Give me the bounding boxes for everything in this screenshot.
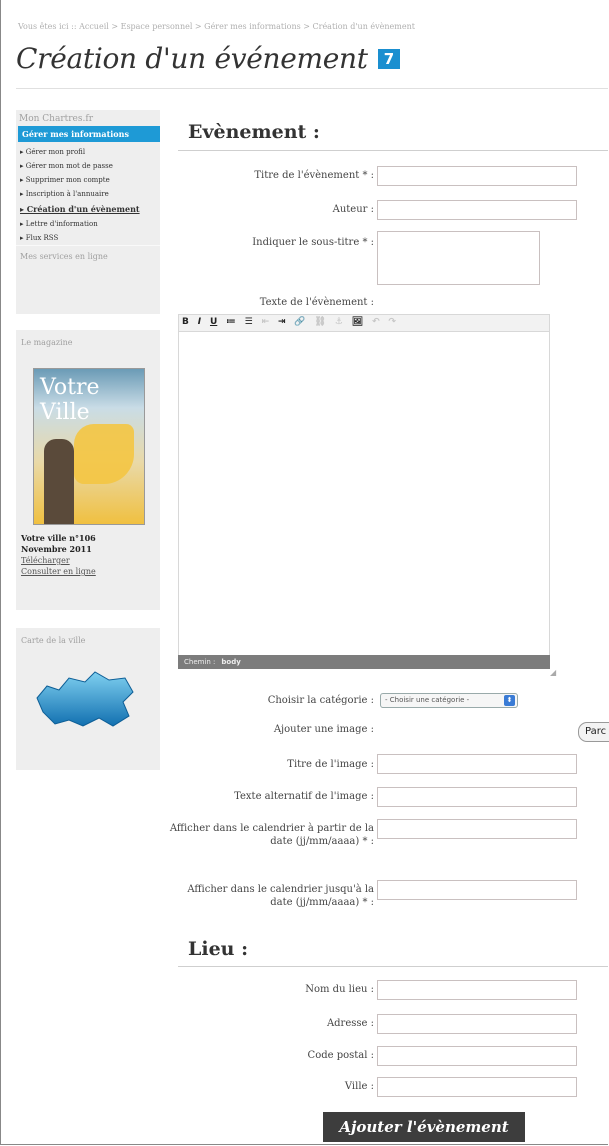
author-input[interactable] — [377, 200, 577, 220]
cover-title: Votre Ville — [40, 375, 100, 425]
magazine-box: Le magazine Votre Ville Votre ville n°10… — [16, 330, 160, 610]
category-select-value: - Choisir une catégorie - — [385, 696, 470, 704]
editor-path-label: Chemin : — [184, 658, 216, 666]
browse-button[interactable]: Parc — [578, 722, 609, 742]
address-label: Adresse : — [326, 1018, 374, 1029]
city-map-box: Carte de la ville — [16, 628, 160, 770]
event-title-input[interactable] — [377, 166, 577, 186]
redo-icon[interactable]: ↷ — [389, 317, 397, 327]
breadcrumb: Vous êtes ici :: Accueil > Espace person… — [18, 22, 415, 31]
bold-button[interactable]: B — [182, 317, 189, 327]
sidebar-item-rss[interactable]: ▸ Flux RSS — [16, 231, 160, 245]
ordered-list-button[interactable]: ≔ — [226, 317, 236, 327]
cover-person-graphic — [44, 439, 74, 524]
address-input[interactable] — [377, 1014, 577, 1034]
sidebar-item-profile[interactable]: ▸ Gérer mon profil — [16, 145, 160, 159]
city-map-heading: Carte de la ville — [21, 636, 86, 645]
link-icon[interactable]: 🔗 — [294, 317, 305, 327]
anchor-icon[interactable]: ⚓ — [335, 317, 343, 327]
event-text-label: Texte de l'évènement : — [259, 297, 374, 308]
start-date-label: Afficher dans le calendrier à partir de … — [169, 823, 374, 847]
city-label: Ville : — [344, 1081, 374, 1092]
unlink-icon[interactable]: ⛓ — [315, 317, 326, 327]
sidebar-item-newsletter[interactable]: ▸ Lettre d'information — [16, 217, 160, 231]
cover-map-graphic — [74, 424, 134, 484]
magazine-cover-image[interactable]: Votre Ville — [33, 368, 145, 525]
event-section-title: Evènement : — [188, 121, 320, 143]
end-date-label: Afficher dans le calendrier jusqu'à la d… — [187, 884, 374, 908]
sidebar-item-directory[interactable]: ▸ Inscription à l'annuaire — [16, 187, 160, 201]
magazine-heading: Le magazine — [21, 338, 73, 347]
image-alt-label: Texte alternatif de l'image : — [234, 791, 374, 802]
magazine-info: Votre ville n°106 Novembre 2011 Téléchar… — [21, 533, 96, 577]
place-name-input[interactable] — [377, 980, 577, 1000]
end-date-input[interactable] — [377, 880, 577, 900]
rich-text-editor[interactable] — [178, 332, 550, 655]
magazine-download-link[interactable]: Télécharger — [21, 555, 96, 566]
unordered-list-button[interactable]: ☰ — [245, 317, 253, 327]
italic-button[interactable]: I — [198, 317, 201, 327]
title-divider — [16, 88, 608, 89]
page-title: Création d'un événement 7 — [16, 42, 400, 75]
resize-handle-icon[interactable]: ◢ — [550, 669, 558, 677]
author-label: Auteur : — [332, 204, 374, 215]
magazine-date: Novembre 2011 — [21, 544, 92, 554]
undo-icon[interactable]: ↶ — [372, 317, 380, 327]
underline-button[interactable]: U — [210, 317, 217, 327]
image-title-label: Titre de l'image : — [287, 759, 374, 770]
outdent-button[interactable]: ⇤ — [262, 317, 270, 327]
sidebar-item-active[interactable]: Gérer mes informations — [18, 126, 160, 142]
image-label: Ajouter une image : — [273, 724, 374, 735]
subtitle-textarea[interactable] — [377, 231, 540, 285]
sidebar-item-create-event[interactable]: ▸ Création d'un évènement — [16, 201, 160, 217]
place-name-label: Nom du lieu : — [305, 984, 374, 995]
zip-label: Code postal : — [307, 1050, 374, 1061]
city-input[interactable] — [377, 1077, 577, 1097]
editor-statusbar: Chemin : body — [178, 655, 550, 669]
image-title-input[interactable] — [377, 754, 577, 774]
editor-path-value[interactable]: body — [221, 658, 240, 666]
place-section-title: Lieu : — [188, 938, 249, 960]
sidebar-heading: Mon Chartres.fr — [19, 114, 93, 124]
magazine-online-link[interactable]: Consulter en ligne — [21, 566, 96, 577]
select-arrow-icon: ⬍ — [504, 695, 515, 706]
subtitle-label: Indiquer le sous-titre * : — [252, 237, 374, 248]
add-event-button[interactable]: Ajouter l'évènement — [323, 1112, 525, 1142]
category-select[interactable]: - Choisir une catégorie - ⬍ — [380, 693, 518, 708]
sidebar-item-delete-account[interactable]: ▸ Supprimer mon compte — [16, 173, 160, 187]
place-section-divider — [178, 966, 608, 967]
editor-toolbar: B I U ≔ ☰ ⇤ ⇥ 🔗 ⛓ ⚓ 🖼 ↶ ↷ — [178, 314, 550, 332]
page-title-text: Création d'un événement — [16, 42, 368, 75]
start-date-input[interactable] — [377, 819, 577, 839]
sidebar-services[interactable]: Mes services en ligne — [16, 245, 160, 267]
sidebar-item-password[interactable]: ▸ Gérer mon mot de passe — [16, 159, 160, 173]
magazine-issue: Votre ville n°106 — [21, 533, 96, 543]
image-icon[interactable]: 🖼 — [352, 317, 363, 327]
sidebar-menu: Mon Chartres.fr Gérer mes informations ▸… — [16, 110, 160, 314]
city-map-icon[interactable] — [33, 668, 138, 730]
event-title-label: Titre de l'évènement * : — [254, 170, 374, 181]
page-badge: 7 — [377, 49, 400, 69]
indent-button[interactable]: ⇥ — [278, 317, 286, 327]
image-alt-input[interactable] — [377, 787, 577, 807]
event-section-divider — [178, 150, 608, 151]
category-label: Choisir la catégorie : — [267, 695, 374, 706]
zip-input[interactable] — [377, 1046, 577, 1066]
